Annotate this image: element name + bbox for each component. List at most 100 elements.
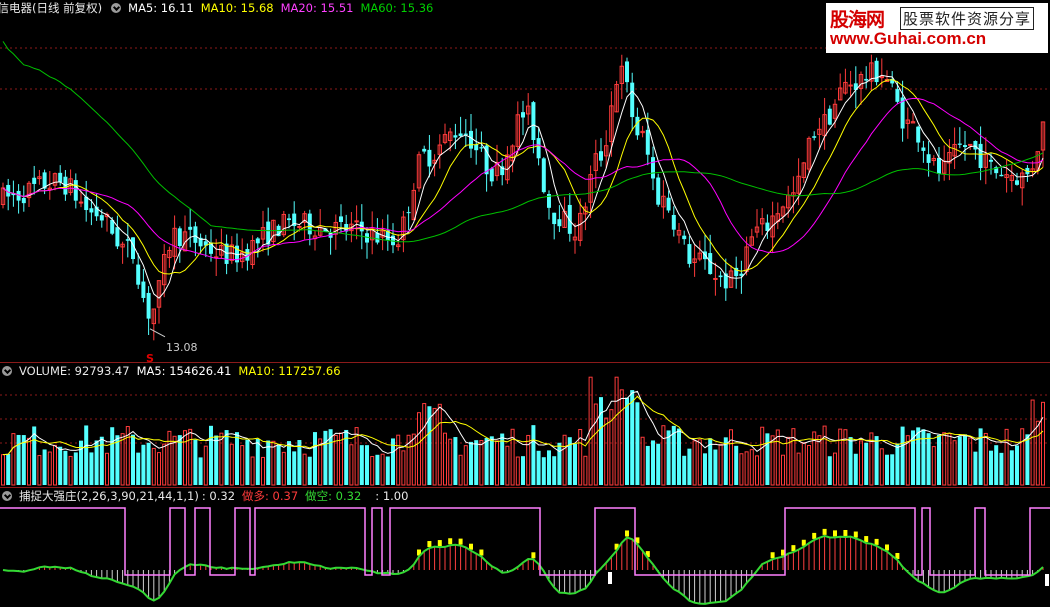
candle-body <box>521 112 525 118</box>
volume-bar <box>370 456 375 486</box>
volume-bar <box>255 439 260 485</box>
indicator-signal-block <box>458 538 463 545</box>
low-price-pointer <box>149 328 166 338</box>
candle-body <box>177 228 182 247</box>
volume-bar <box>687 448 692 485</box>
candle-body <box>479 147 484 149</box>
volume-bar <box>84 425 89 485</box>
volume-bar <box>552 456 557 485</box>
volume-bar <box>209 425 213 485</box>
candle-body <box>989 159 993 162</box>
candle-body <box>406 212 411 214</box>
volume-bar <box>198 457 203 485</box>
candle-body <box>469 130 473 149</box>
ma20-value: MA20: 15.51 <box>280 1 354 15</box>
volume-bar <box>619 389 624 486</box>
volume-bar <box>172 435 177 486</box>
candle-body <box>937 157 941 174</box>
volume-bar <box>697 439 702 486</box>
volume-bar <box>989 450 993 485</box>
volume-bar <box>1 454 5 486</box>
volume-bar <box>105 452 109 486</box>
volume-bar <box>6 453 11 485</box>
volume-bar <box>1030 399 1035 486</box>
candle-body <box>713 277 718 280</box>
volume-bar <box>11 433 16 486</box>
volume-bar <box>162 443 167 486</box>
candle-body <box>682 235 687 240</box>
watermark-url: www.Guhai.com.cn <box>830 29 987 48</box>
volume-bar <box>614 376 619 486</box>
volume-bar <box>651 440 655 485</box>
volume-bar <box>99 436 104 485</box>
indicator-signal-block <box>833 530 837 537</box>
candle-body <box>874 60 879 83</box>
volume-bar <box>318 438 323 486</box>
candle-body <box>21 198 26 204</box>
volume-bars-chart[interactable] <box>0 363 1050 487</box>
volume-bar <box>53 444 57 486</box>
volume-bar <box>1025 434 1030 485</box>
candle-body <box>1015 180 1019 185</box>
candle-body <box>136 264 141 285</box>
volume-bar <box>864 442 869 485</box>
volume-bar <box>292 451 297 485</box>
indicator-chart-panel[interactable]: 捕捉大强庄(2,26,3,90,21,44,1,1): 0.32 做多: 0.37… <box>0 488 1050 607</box>
candle-body <box>536 138 541 159</box>
volume-bar <box>801 442 806 486</box>
volume-bar <box>635 402 640 485</box>
candle-body <box>531 102 536 140</box>
settings-dropdown-icon[interactable] <box>111 3 122 13</box>
volume-bar <box>151 447 156 486</box>
volume-ma5-value: MA5: 154626.41 <box>136 364 232 378</box>
candle-body <box>58 172 63 183</box>
candle-body <box>978 143 983 168</box>
volume-bar <box>47 451 52 486</box>
volume-bar <box>968 437 973 486</box>
watermark-slogan: 股票软件资源分享 <box>900 7 1035 30</box>
volume-bar <box>749 449 754 486</box>
volume-bar <box>219 432 224 486</box>
volume-bar <box>385 456 390 485</box>
volume-bar <box>1020 428 1025 486</box>
volume-bar <box>682 455 687 485</box>
volume-bar <box>229 443 234 486</box>
volume-bar <box>484 437 489 485</box>
candlestick-chart[interactable] <box>0 0 1050 362</box>
candle-body <box>32 177 37 184</box>
volume-bar <box>224 430 229 485</box>
candle-body <box>125 239 130 241</box>
volume-bar <box>890 454 895 485</box>
volume-bar <box>885 454 889 485</box>
volume-chart-panel[interactable]: VOLUME: 92793.47 MA5: 154626.41 MA10: 1172… <box>0 363 1050 487</box>
volume-bar <box>807 445 811 486</box>
volume-value: VOLUME: 92793.47 <box>19 364 130 378</box>
volume-bar <box>515 456 520 486</box>
candle-body <box>671 214 676 230</box>
volume-bar <box>521 456 525 485</box>
volume-bar <box>874 436 879 485</box>
candle-body <box>963 145 967 147</box>
volume-bar <box>853 453 858 485</box>
candle-body <box>193 226 198 243</box>
volume-bar <box>994 445 999 485</box>
volume-settings-icon[interactable] <box>2 366 12 376</box>
volume-bar <box>458 454 463 486</box>
volume-bar <box>203 445 208 486</box>
price-chart-panel[interactable]: 海信电器(日线 前复权) MA5: 16.11 MA10: 15.68 MA20: 1… <box>0 0 1050 365</box>
candle-body <box>255 238 260 244</box>
candle-body <box>999 174 1004 177</box>
candle-body <box>567 204 572 234</box>
indicator-chart[interactable] <box>0 488 1050 607</box>
volume-bar <box>141 444 146 485</box>
volume-bar <box>531 425 536 485</box>
volume-bar <box>703 453 707 485</box>
indicator-settings-icon[interactable] <box>2 491 12 501</box>
volume-bar <box>89 452 94 485</box>
volume-bar <box>120 433 125 486</box>
volume-bar <box>760 426 765 486</box>
volume-bar <box>541 457 546 485</box>
candle-body <box>625 61 629 83</box>
volume-bar <box>734 445 739 485</box>
volume-bar <box>796 452 801 486</box>
